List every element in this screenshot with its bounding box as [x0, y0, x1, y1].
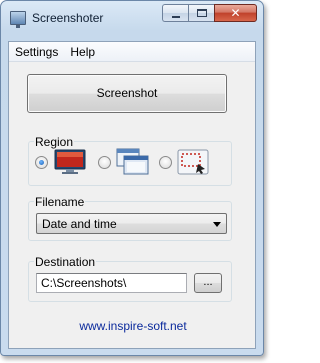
client-area: Settings Help Screenshot Region Filename…	[8, 41, 256, 349]
filename-select[interactable]: Date and time	[36, 213, 227, 234]
region-label: Region	[34, 135, 75, 149]
website-link[interactable]: www.inspire-soft.net	[9, 319, 257, 333]
maximize-button[interactable]	[188, 4, 214, 22]
region-fullscreen-radio[interactable]	[35, 156, 48, 169]
screenshot-button[interactable]: Screenshot	[27, 74, 227, 113]
title-bar[interactable]: Screenshoter ✕	[1, 1, 263, 35]
minimize-button[interactable]	[162, 4, 188, 22]
close-icon: ✕	[230, 6, 241, 20]
destination-label: Destination	[34, 255, 97, 269]
menu-settings[interactable]: Settings	[9, 45, 64, 59]
maximize-icon	[197, 9, 207, 17]
selection-capture-icon[interactable]	[177, 149, 209, 175]
browse-button[interactable]: ...	[194, 273, 222, 293]
window-capture-icon[interactable]	[116, 148, 150, 176]
full-screen-icon[interactable]	[54, 149, 86, 175]
menu-bar: Settings Help	[9, 42, 255, 62]
close-button[interactable]: ✕	[214, 4, 257, 22]
chevron-down-icon	[213, 222, 221, 227]
app-monitor-icon	[10, 11, 26, 28]
region-selection-radio[interactable]	[159, 156, 172, 169]
window-title: Screenshoter	[32, 11, 104, 25]
minimize-icon	[172, 16, 180, 18]
app-window: Screenshoter ✕ Settings Help Screenshot …	[0, 0, 264, 356]
caption-buttons: ✕	[162, 4, 257, 23]
region-window-radio[interactable]	[98, 156, 111, 169]
menu-help[interactable]: Help	[64, 45, 101, 59]
destination-input[interactable]	[36, 273, 187, 293]
filename-select-value: Date and time	[42, 217, 117, 231]
filename-label: Filename	[34, 195, 86, 209]
